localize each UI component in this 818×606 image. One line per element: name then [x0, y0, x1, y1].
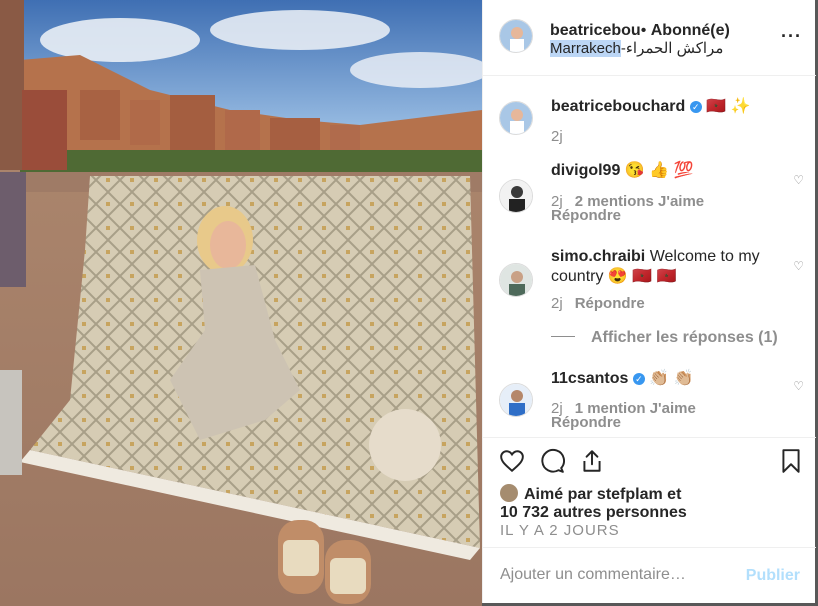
commenter-avatar[interactable] — [499, 383, 533, 417]
verified-badge-icon: ✓ — [632, 373, 645, 385]
header-user-line: beatricebou• Abonné(e) — [550, 22, 730, 40]
view-replies-button[interactable]: Afficher les réponses (1) — [551, 329, 778, 347]
heart-icon[interactable] — [499, 448, 525, 474]
ellipsis-icon[interactable]: ··· — [781, 26, 802, 47]
reply-button[interactable]: Répondre — [575, 295, 645, 312]
post-image — [0, 0, 482, 606]
comment-text: divigol99 😘 👍 💯 — [551, 161, 801, 181]
reply-label: Répondre — [551, 414, 622, 431]
comment-text: simo.chraibi Welcome to my country 😍 🇲🇦 … — [551, 247, 801, 287]
comment-body: 👏🏼 👏🏼 — [649, 370, 694, 387]
comment-text: 11csantos ✓ 👏🏼 👏🏼 — [551, 369, 801, 389]
comment-icon[interactable] — [539, 448, 565, 474]
likes-prefix: Aimé par — [524, 486, 593, 503]
like-comment-heart-icon[interactable]: ♡ — [793, 173, 804, 187]
comments-list[interactable]: beatricebouchard ✓ 🇲🇦 ✨ 2j divigol99 😘 👍… — [483, 77, 816, 437]
view-replies-label: Afficher les réponses (1) — [591, 329, 778, 346]
like-comment-heart-icon[interactable]: ♡ — [793, 259, 804, 273]
commenter-username[interactable]: simo.chraibi — [551, 248, 645, 265]
follow-status[interactable]: Abonné(e) — [651, 22, 730, 39]
location-latin: Marrakech — [550, 40, 621, 57]
add-comment-bar: Publier — [483, 547, 816, 603]
post-photo[interactable] — [0, 0, 482, 606]
share-icon[interactable] — [579, 448, 605, 474]
post-modal: beatricebou• Abonné(e) Marrakech-مراكش ا… — [0, 0, 818, 606]
post-timestamp[interactable]: IL Y A 2 JOURS — [500, 522, 620, 539]
likes-others[interactable]: 10 732 autres personnes — [500, 504, 687, 521]
commenter-avatar[interactable] — [499, 263, 533, 297]
commenter-avatar[interactable] — [499, 179, 533, 213]
comment-input[interactable] — [500, 566, 720, 584]
reply-button[interactable]: Répondre — [551, 208, 621, 224]
verified-badge-icon: ✓ — [689, 101, 702, 113]
likes-summary[interactable]: Aimé par stefplam et 10 732 autres perso… — [500, 484, 687, 522]
liker-avatar — [500, 484, 518, 502]
commenter-username[interactable]: 11csantos — [551, 370, 628, 387]
bookmark-icon[interactable] — [778, 448, 804, 474]
author-username[interactable]: beatricebou — [550, 22, 641, 39]
post-actions: Aimé par stefplam et 10 732 autres perso… — [483, 437, 816, 547]
comment-meta: 2j Répondre — [551, 296, 645, 312]
location-link[interactable]: Marrakech-مراكش الحمراء — [550, 39, 723, 57]
caption-text: beatricebouchard ✓ 🇲🇦 ✨ — [551, 97, 801, 117]
caption-body: 🇲🇦 ✨ — [706, 98, 751, 115]
reply-label: Répondre — [551, 207, 622, 224]
location-arabic: -مراكش الحمراء — [620, 40, 724, 57]
like-comment-heart-icon[interactable]: ♡ — [793, 379, 804, 393]
publish-button[interactable]: Publier — [746, 567, 800, 585]
caption-avatar[interactable] — [499, 101, 533, 135]
post-header: beatricebou• Abonné(e) Marrakech-مراكش ا… — [483, 0, 816, 76]
comment-body: 😘 👍 💯 — [624, 162, 694, 179]
reply-button[interactable]: Répondre — [551, 415, 621, 431]
author-avatar[interactable] — [499, 19, 533, 53]
post-side-panel: beatricebou• Abonné(e) Marrakech-مراكش ا… — [482, 0, 816, 603]
comment-age: 2j — [551, 295, 563, 312]
commenter-username[interactable]: divigol99 — [551, 162, 620, 179]
likes-connector: et — [667, 486, 682, 503]
separator-dot: • — [640, 22, 647, 39]
caption-age: 2j — [551, 128, 563, 145]
caption-username[interactable]: beatricebouchard — [551, 98, 685, 115]
likes-user[interactable]: stefplam — [597, 486, 663, 503]
replies-dash — [551, 336, 575, 337]
